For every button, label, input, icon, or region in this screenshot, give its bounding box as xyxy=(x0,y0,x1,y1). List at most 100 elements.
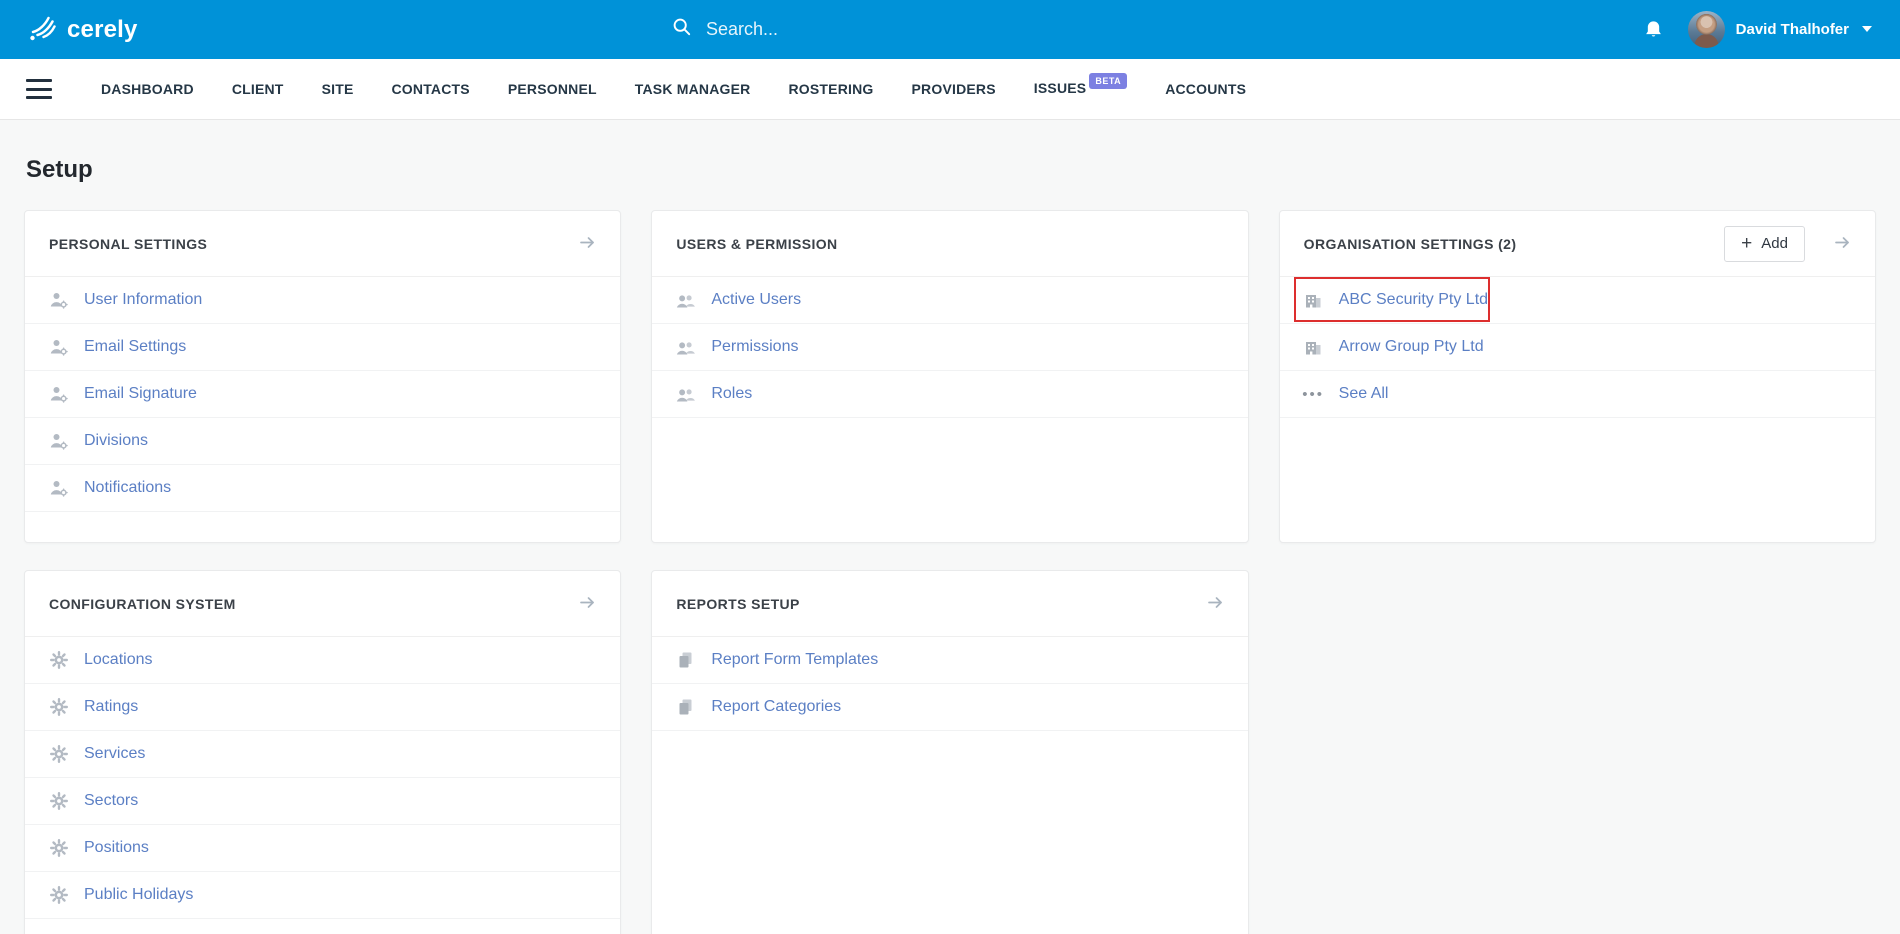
link-email-signature[interactable]: Email Signature xyxy=(84,385,197,403)
user-gear-icon xyxy=(49,292,68,309)
nav-item-site[interactable]: SITE xyxy=(303,81,373,97)
list-item: Report Categories xyxy=(652,684,1247,731)
link-positions[interactable]: Positions xyxy=(84,839,149,857)
list-item: Report Form Templates xyxy=(652,637,1247,684)
card-title-configuration-system: CONFIGURATION SYSTEM xyxy=(49,596,236,612)
list-item: Services xyxy=(25,731,620,778)
link-user-information[interactable]: User Information xyxy=(84,291,202,309)
list-item: User Information xyxy=(25,277,620,324)
reports-setup-arrow-button[interactable] xyxy=(1206,593,1224,615)
users-icon xyxy=(676,340,695,355)
arrow-right-icon xyxy=(1206,593,1224,615)
list-item: Arrow Group Pty Ltd xyxy=(1280,324,1875,371)
gear-icon xyxy=(49,886,68,904)
user-name: David Thalhofer xyxy=(1736,21,1849,38)
list-item: ••• See All xyxy=(1280,371,1875,418)
nav-item-personnel[interactable]: PERSONNEL xyxy=(489,81,616,97)
gear-icon xyxy=(49,792,68,810)
list-item: Roles xyxy=(652,371,1247,418)
list-item: Positions xyxy=(25,825,620,872)
user-gear-icon xyxy=(49,433,68,450)
setup-cards-grid: PERSONAL SETTINGS User Information Email… xyxy=(24,210,1876,934)
nav-items: DASHBOARD CLIENT SITE CONTACTS PERSONNEL… xyxy=(82,80,1265,98)
document-copy-icon xyxy=(676,698,695,716)
global-search[interactable] xyxy=(672,0,1026,59)
list-item: Public Holidays xyxy=(25,872,620,919)
user-gear-icon xyxy=(49,339,68,356)
search-icon xyxy=(672,17,692,42)
nav-item-task-manager[interactable]: TASK MANAGER xyxy=(616,81,770,97)
link-divisions[interactable]: Divisions xyxy=(84,432,148,450)
nav-item-rostering[interactable]: ROSTERING xyxy=(769,81,892,97)
nav-item-accounts[interactable]: ACCOUNTS xyxy=(1146,81,1265,97)
configuration-system-arrow-button[interactable] xyxy=(578,593,596,615)
link-locations[interactable]: Locations xyxy=(84,651,153,669)
arrow-right-icon xyxy=(578,593,596,615)
list-item: Locations xyxy=(25,637,620,684)
link-sectors[interactable]: Sectors xyxy=(84,792,138,810)
card-title-reports-setup: REPORTS SETUP xyxy=(676,596,799,612)
link-report-categories[interactable]: Report Categories xyxy=(711,698,841,716)
link-abc-security[interactable]: ABC Security Pty Ltd xyxy=(1339,291,1488,309)
link-roles[interactable]: Roles xyxy=(711,385,752,403)
gear-icon xyxy=(49,698,68,716)
gear-icon xyxy=(49,745,68,763)
add-organisation-button[interactable]: + Add xyxy=(1724,226,1805,262)
card-personal-settings: PERSONAL SETTINGS User Information Email… xyxy=(24,210,621,543)
link-permissions[interactable]: Permissions xyxy=(711,338,798,356)
list-item: Notifications xyxy=(25,465,620,512)
users-icon xyxy=(676,293,695,308)
link-email-settings[interactable]: Email Settings xyxy=(84,338,186,356)
list-item: Permissions xyxy=(652,324,1247,371)
card-users-permission: USERS & PERMISSION Active Users Permissi… xyxy=(651,210,1248,543)
plus-icon: + xyxy=(1741,234,1752,253)
link-notifications[interactable]: Notifications xyxy=(84,479,171,497)
main-nav: DASHBOARD CLIENT SITE CONTACTS PERSONNEL… xyxy=(0,59,1900,120)
building-icon xyxy=(1304,292,1323,309)
personal-settings-arrow-button[interactable] xyxy=(578,233,596,255)
user-gear-icon xyxy=(49,480,68,497)
list-item: ABC Security Pty Ltd xyxy=(1280,277,1875,324)
arrow-right-icon xyxy=(1833,233,1851,255)
link-services[interactable]: Services xyxy=(84,745,145,763)
search-input[interactable] xyxy=(706,19,1026,40)
user-menu[interactable]: David Thalhofer xyxy=(1688,11,1874,48)
user-gear-icon xyxy=(49,386,68,403)
list-item: Divisions xyxy=(25,418,620,465)
cerely-logo-icon xyxy=(26,11,60,48)
link-see-all-organisations[interactable]: See All xyxy=(1339,385,1389,403)
gear-icon xyxy=(49,651,68,669)
nav-item-dashboard[interactable]: DASHBOARD xyxy=(82,81,213,97)
link-active-users[interactable]: Active Users xyxy=(711,291,801,309)
nav-item-providers[interactable]: PROVIDERS xyxy=(893,81,1015,97)
link-public-holidays[interactable]: Public Holidays xyxy=(84,886,193,904)
ellipsis-icon: ••• xyxy=(1304,386,1323,403)
app-header: cerely David Thalhofer xyxy=(0,0,1900,59)
card-title-users-permission: USERS & PERMISSION xyxy=(676,236,837,252)
users-icon xyxy=(676,387,695,402)
chevron-down-icon xyxy=(1860,21,1874,39)
card-title-personal-settings: PERSONAL SETTINGS xyxy=(49,236,207,252)
link-arrow-group[interactable]: Arrow Group Pty Ltd xyxy=(1339,338,1484,356)
building-icon xyxy=(1304,339,1323,356)
menu-toggle-button[interactable] xyxy=(26,79,52,99)
avatar xyxy=(1688,11,1725,48)
gear-icon xyxy=(49,839,68,857)
nav-item-client[interactable]: CLIENT xyxy=(213,81,303,97)
nav-item-contacts[interactable]: CONTACTS xyxy=(373,81,489,97)
list-item: Ratings xyxy=(25,684,620,731)
card-organisation-settings: ORGANISATION SETTINGS (2) + Add ABC Secu… xyxy=(1279,210,1876,543)
beta-badge: BETA xyxy=(1089,73,1127,89)
nav-item-issues[interactable]: ISSUESBETA xyxy=(1015,80,1146,98)
list-item: Email Settings xyxy=(25,324,620,371)
card-configuration-system: CONFIGURATION SYSTEM Locations Ratings S… xyxy=(24,570,621,934)
bell-icon xyxy=(1643,19,1664,41)
link-ratings[interactable]: Ratings xyxy=(84,698,138,716)
list-item: Active Users xyxy=(652,277,1247,324)
page-title: Setup xyxy=(26,156,1876,184)
organisation-settings-arrow-button[interactable] xyxy=(1833,233,1851,255)
brand-logo[interactable]: cerely xyxy=(26,11,138,48)
card-title-organisation-settings: ORGANISATION SETTINGS (2) xyxy=(1304,236,1517,252)
link-report-form-templates[interactable]: Report Form Templates xyxy=(711,651,878,669)
notifications-button[interactable] xyxy=(1643,19,1664,41)
